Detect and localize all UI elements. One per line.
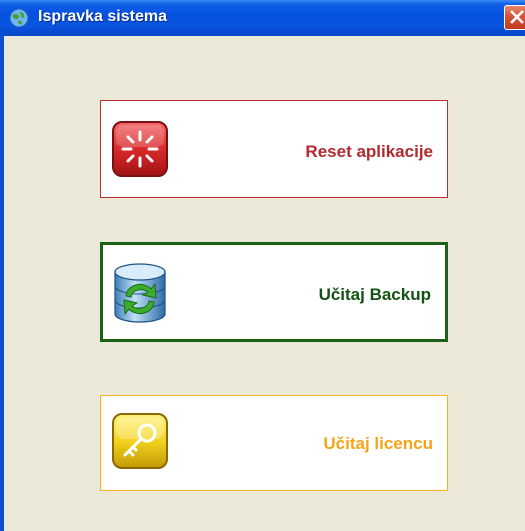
load-backup-button[interactable]: Učitaj Backup: [100, 242, 448, 342]
title-bar[interactable]: Ispravka sistema: [0, 0, 525, 36]
load-license-label: Učitaj licencu: [323, 434, 433, 453]
globe-icon: [9, 8, 29, 28]
load-backup-label: Učitaj Backup: [318, 285, 431, 304]
window-title: Ispravka sistema: [38, 8, 167, 25]
reset-app-label: Reset aplikacije: [305, 142, 433, 161]
reset-icon: [111, 120, 169, 178]
dialog-window: Ispravka sistema Reset aplikacije Učitaj…: [0, 0, 525, 531]
load-license-button[interactable]: Učitaj licencu: [100, 395, 448, 491]
database-sync-icon: [111, 262, 169, 323]
key-icon: [111, 412, 169, 470]
close-button[interactable]: [504, 5, 525, 30]
reset-app-button[interactable]: Reset aplikacije: [100, 100, 448, 198]
close-icon: [510, 10, 524, 24]
